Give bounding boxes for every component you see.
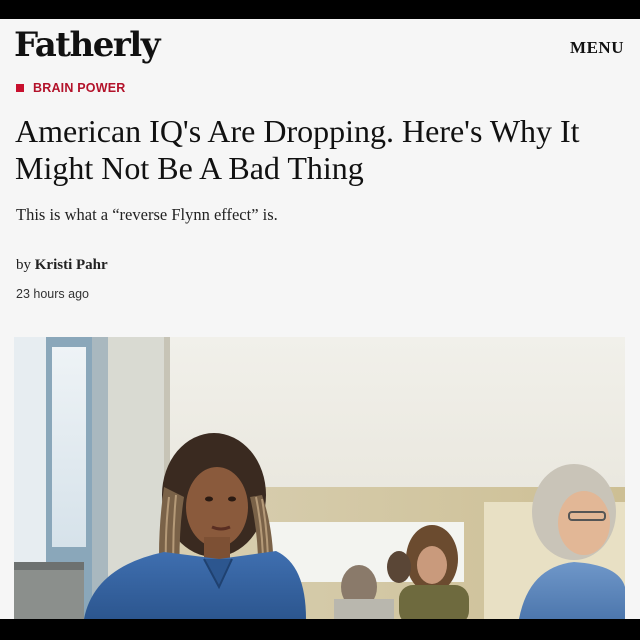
classroom-photo [14,337,625,619]
byline: by Kristi Pahr [16,257,108,274]
article-page: Fatherly MENU BRAIN POWER American IQ's … [0,19,640,619]
author-link[interactable]: Kristi Pahr [35,257,108,273]
menu-button[interactable]: MENU [570,38,624,58]
publish-timestamp: 23 hours ago [16,287,89,301]
site-header: Fatherly MENU [0,19,640,75]
category-label[interactable]: BRAIN POWER [33,81,125,95]
article-headline: American IQ's Are Dropping. Here's Why I… [15,113,580,186]
article-dek: This is what a “reverse Flynn effect” is… [16,205,278,224]
byline-prefix: by [16,257,31,273]
category-tag[interactable]: BRAIN POWER [16,80,125,96]
site-logo[interactable]: Fatherly [14,25,160,65]
hero-image [14,337,625,619]
category-square-icon [16,84,24,92]
